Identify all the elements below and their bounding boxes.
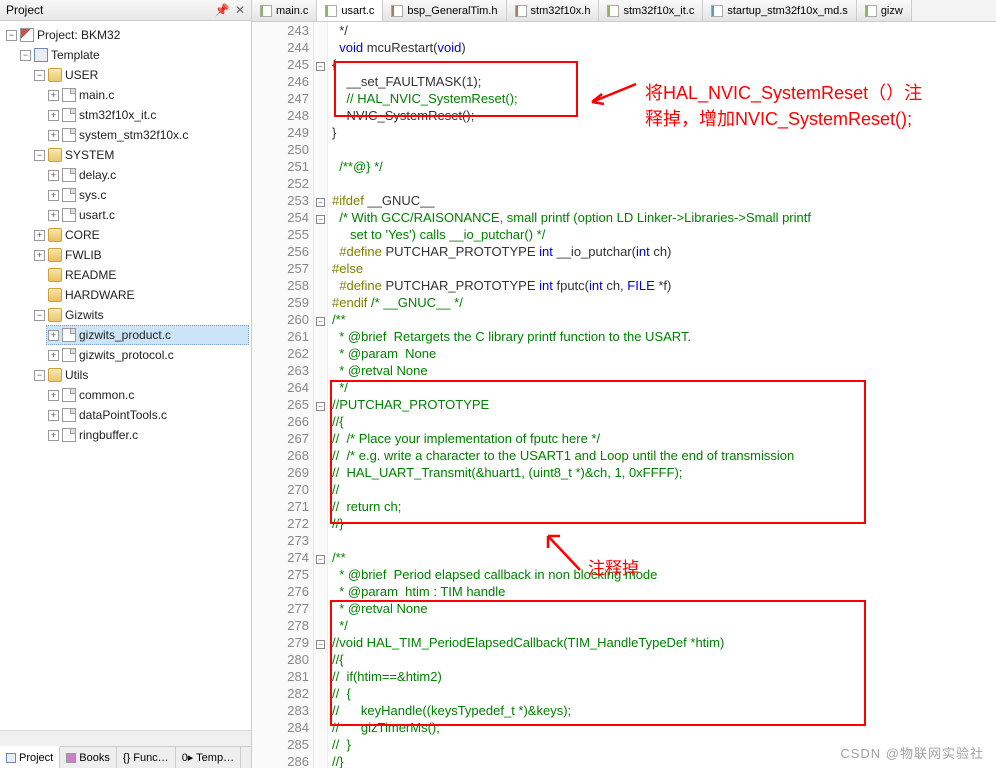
tree-file[interactable]: +main.c bbox=[46, 85, 249, 105]
tab-project[interactable]: Project bbox=[0, 746, 60, 768]
file-icon bbox=[62, 388, 76, 402]
file-tab-label: main.c bbox=[276, 5, 308, 17]
tree-root[interactable]: −Project: BKM32 bbox=[4, 25, 249, 45]
folder-icon bbox=[48, 248, 62, 262]
file-tab[interactable]: usart.c bbox=[317, 0, 383, 22]
tree-template[interactable]: −Template bbox=[18, 45, 249, 65]
file-type-icon bbox=[711, 5, 723, 17]
tree-core-folder[interactable]: +CORE bbox=[32, 225, 249, 245]
tab-templates[interactable]: 0▸ Temp… bbox=[176, 747, 241, 768]
file-tab[interactable]: bsp_GeneralTim.h bbox=[383, 0, 506, 21]
fold-toggle[interactable]: − bbox=[316, 62, 325, 71]
fold-toggle[interactable]: − bbox=[316, 198, 325, 207]
folder-icon bbox=[48, 308, 62, 322]
annotation-text-1: 将HAL_NVIC_SystemReset（）注 释掉，增加NVIC_Syste… bbox=[645, 80, 922, 132]
fold-toggle[interactable]: − bbox=[316, 640, 325, 649]
project-sidebar: Project 📌 ✕ −Project: BKM32 −Template −U… bbox=[0, 0, 252, 768]
fold-toggle[interactable]: − bbox=[316, 317, 325, 326]
workspace-icon bbox=[20, 28, 34, 42]
file-type-icon bbox=[515, 5, 527, 17]
file-tab-label: startup_stm32f10x_md.s bbox=[727, 5, 847, 17]
panel-title: Project bbox=[6, 3, 43, 17]
watermark: CSDN @物联网实验社 bbox=[840, 743, 984, 762]
file-tab[interactable]: gizw bbox=[857, 0, 912, 21]
tree-file[interactable]: +ringbuffer.c bbox=[46, 425, 249, 445]
file-icon bbox=[62, 328, 76, 342]
file-icon bbox=[62, 128, 76, 142]
tree-file[interactable]: +common.c bbox=[46, 385, 249, 405]
file-tab[interactable]: startup_stm32f10x_md.s bbox=[703, 0, 856, 21]
project-icon bbox=[6, 753, 16, 763]
tree-file[interactable]: +dataPointTools.c bbox=[46, 405, 249, 425]
tree-file[interactable]: +stm32f10x_it.c bbox=[46, 105, 249, 125]
fold-toggle[interactable]: − bbox=[316, 555, 325, 564]
file-tab-label: gizw bbox=[881, 5, 903, 17]
fold-gutter[interactable]: − − − − − − − bbox=[314, 22, 328, 768]
file-type-icon bbox=[607, 5, 619, 17]
folder-icon bbox=[48, 68, 62, 82]
close-icon[interactable]: ✕ bbox=[235, 3, 245, 17]
tree-readme-folder[interactable]: README bbox=[32, 265, 249, 285]
file-tab[interactable]: stm32f10x_it.c bbox=[599, 0, 703, 21]
file-icon bbox=[62, 88, 76, 102]
arrow-icon bbox=[586, 82, 638, 108]
file-type-icon bbox=[865, 5, 877, 17]
tree-file[interactable]: +delay.c bbox=[46, 165, 249, 185]
folder-icon bbox=[48, 268, 62, 282]
annotation-text-2: 注释掉 bbox=[588, 554, 639, 579]
file-type-icon bbox=[260, 5, 272, 17]
tree-file[interactable]: +usart.c bbox=[46, 205, 249, 225]
arrow-icon bbox=[540, 530, 584, 574]
file-icon bbox=[62, 428, 76, 442]
tree-user-folder[interactable]: −USER bbox=[32, 65, 249, 85]
pin-icon[interactable]: 📌 bbox=[215, 3, 230, 17]
tree-file[interactable]: +sys.c bbox=[46, 185, 249, 205]
file-icon bbox=[62, 348, 76, 362]
file-tab-label: bsp_GeneralTim.h bbox=[407, 5, 497, 17]
file-icon bbox=[62, 408, 76, 422]
file-tabs: main.c usart.c bsp_GeneralTim.h stm32f10x.h… bbox=[252, 0, 996, 22]
file-tab-label: usart.c bbox=[341, 5, 374, 17]
tree-file-selected[interactable]: +gizwits_product.c bbox=[46, 325, 249, 345]
tree-hardware-folder[interactable]: HARDWARE bbox=[32, 285, 249, 305]
file-icon bbox=[62, 188, 76, 202]
file-tab[interactable]: stm32f10x.h bbox=[507, 0, 600, 21]
file-tab-label: stm32f10x_it.c bbox=[623, 5, 694, 17]
target-icon bbox=[34, 48, 48, 62]
fold-toggle[interactable]: − bbox=[316, 215, 325, 224]
file-type-icon bbox=[325, 5, 337, 17]
tree-utils-folder[interactable]: −Utils bbox=[32, 365, 249, 385]
sidebar-tabs: Project Books {} Func… 0▸ Temp… bbox=[0, 746, 251, 768]
tree-system-folder[interactable]: −SYSTEM bbox=[32, 145, 249, 165]
folder-icon bbox=[48, 288, 62, 302]
panel-header: Project 📌 ✕ bbox=[0, 0, 251, 21]
tree-file[interactable]: +gizwits_protocol.c bbox=[46, 345, 249, 365]
file-tab-label: stm32f10x.h bbox=[531, 5, 591, 17]
tab-functions[interactable]: {} Func… bbox=[117, 747, 176, 768]
code-area[interactable]: 2432442452462472482492502512522532542552… bbox=[252, 22, 996, 768]
tab-books[interactable]: Books bbox=[60, 747, 117, 768]
file-icon bbox=[62, 108, 76, 122]
sidebar-hscroll[interactable] bbox=[0, 730, 251, 746]
folder-icon bbox=[48, 148, 62, 162]
tree-file[interactable]: +system_stm32f10x.c bbox=[46, 125, 249, 145]
books-icon bbox=[66, 753, 76, 763]
code-content[interactable]: */ void mcuRestart(void){ __set_FAULTMAS… bbox=[328, 22, 996, 768]
file-type-icon bbox=[391, 5, 403, 17]
file-icon bbox=[62, 168, 76, 182]
line-gutter: 2432442452462472482492502512522532542552… bbox=[252, 22, 314, 768]
tree-fwlib-folder[interactable]: +FWLIB bbox=[32, 245, 249, 265]
folder-icon bbox=[48, 368, 62, 382]
fold-toggle[interactable]: − bbox=[316, 402, 325, 411]
tree-gizwits-folder[interactable]: −Gizwits bbox=[32, 305, 249, 325]
project-tree[interactable]: −Project: BKM32 −Template −USER +main.c … bbox=[0, 21, 251, 730]
file-icon bbox=[62, 208, 76, 222]
folder-icon bbox=[48, 228, 62, 242]
file-tab[interactable]: main.c bbox=[252, 0, 317, 21]
